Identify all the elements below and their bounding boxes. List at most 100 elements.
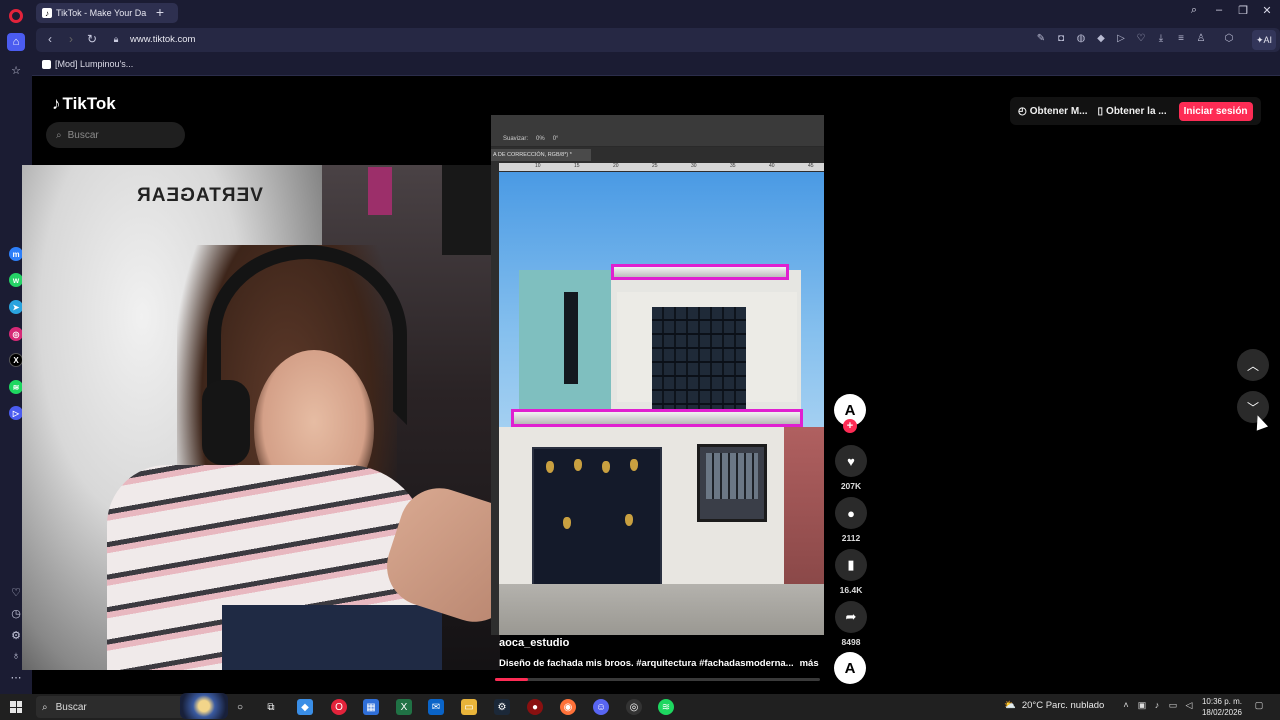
tiktok-wordmark: TikTok [62, 94, 116, 113]
obs-icon[interactable]: ◎ [626, 699, 642, 715]
star-icon[interactable]: ☆ [7, 61, 25, 79]
like-action[interactable]: ♥ 207K [835, 445, 867, 491]
steam-icon[interactable]: ⚙ [494, 699, 510, 715]
bookmark-icon[interactable]: ▮ [835, 549, 867, 581]
like-count: 207K [840, 481, 862, 491]
reload-icon[interactable]: ↻ [84, 32, 100, 46]
weather-widget[interactable]: ⛅ 20°C Parc. nublado [1004, 700, 1104, 711]
whatsapp-icon[interactable]: w [9, 273, 23, 287]
highlighted-top-beam [611, 264, 789, 280]
taskbar-clock[interactable]: 10:36 p. m. 18/02/2026 [1200, 696, 1244, 718]
new-tab-icon[interactable]: + [152, 4, 168, 20]
mail-icon[interactable]: ✉ [428, 699, 444, 715]
video-progress-fill [495, 678, 528, 681]
opera-taskbar-icon[interactable]: O [331, 699, 347, 715]
comment-icon[interactable]: ● [835, 497, 867, 529]
camera-icon[interactable]: ◘ [1054, 33, 1068, 44]
instagram-icon[interactable]: ◎ [9, 327, 23, 341]
vpn-icon[interactable]: ◆ [1094, 33, 1108, 44]
get-coins-button[interactable]: ◴ Obtener M... [1018, 106, 1088, 117]
messenger-icon[interactable]: m [9, 247, 23, 261]
copilot-icon[interactable]: ◆ [297, 699, 313, 715]
extensions-icon[interactable]: ⬡ [1222, 33, 1236, 44]
share-icon[interactable]: ➦ [835, 601, 867, 633]
tray-chevron-up-icon[interactable]: ˄ [1119, 700, 1133, 710]
action-column: A + ♥ 207K ● 2112 ▮ 16.4K ➦ 8498 [834, 394, 868, 647]
tab-title: TikTok - Make Your Da [56, 8, 147, 18]
aria-ai-button[interactable]: ✦ AI [1251, 30, 1276, 50]
tiktok-logo[interactable]: ♪ TikTok [52, 94, 116, 114]
menu-icon[interactable]: ≡ [1174, 33, 1188, 44]
get-app-button[interactable]: ▯ Obtener la ... [1098, 106, 1167, 117]
photoshop-ruler: 10 15 20 25 30 35 40 45 [499, 163, 824, 171]
heart-icon[interactable]: ♥ [835, 445, 867, 477]
video-player[interactable]: Suavizar: 0% 0° A DE CORRECCIÓN, RGB/8*)… [491, 115, 824, 635]
bookmark-item[interactable]: [Mod] Lumpinou's... [42, 59, 133, 69]
more-link[interactable]: más [800, 658, 819, 669]
search-icon: ⌕ [56, 129, 62, 141]
ruler-mark: 20 [613, 163, 619, 169]
x-icon[interactable]: X [9, 353, 23, 367]
app-red-icon[interactable]: ● [527, 699, 543, 715]
microphone-icon[interactable]: ♪ [1150, 700, 1164, 710]
sidewalk [499, 584, 824, 635]
notifications-icon[interactable]: ▢ [1252, 700, 1266, 711]
firefox-icon[interactable]: ◉ [560, 699, 576, 715]
window-grille [706, 453, 758, 499]
profile-icon[interactable]: ♙ [1194, 33, 1208, 44]
tray-app-icon[interactable]: ▣ [1135, 700, 1149, 711]
login-button[interactable]: Iniciar sesión [1178, 101, 1253, 121]
volume-icon[interactable]: ◁ [1182, 700, 1196, 711]
address-bar: ‹ › ↻ 🔒︎ www.tiktok.com ✎ ◘ ◍ ◆ ▷ ♡ ⤓ ≡ … [32, 26, 1280, 54]
heart-outline-icon[interactable]: ♡ [1134, 33, 1148, 44]
minimize-icon[interactable]: – [1209, 4, 1229, 16]
spotify-taskbar-icon[interactable]: ≋ [658, 699, 674, 715]
search-tabs-icon[interactable]: ⌕ [1184, 4, 1204, 17]
description-text: Diseño de fachada mis broos. #arquitectu… [499, 658, 794, 669]
edit-icon[interactable]: ✎ [1034, 33, 1048, 44]
taskbar-search[interactable]: ⌕ Buscar [36, 693, 228, 719]
search-input[interactable]: ⌕ Buscar [46, 122, 185, 148]
phone-icon: ▯ [1097, 105, 1104, 117]
tiktok-favicon-icon: ♪ [42, 8, 52, 18]
ruler-mark: 45 [808, 163, 814, 169]
download-icon[interactable]: ⤓ [1154, 33, 1168, 44]
windows-start-icon[interactable] [10, 701, 22, 713]
share-action[interactable]: ➦ 8498 [835, 601, 867, 647]
spotify-icon[interactable]: ≋ [9, 380, 23, 394]
excel-icon[interactable]: X [396, 699, 412, 715]
task-view-icon[interactable]: ⧉ [263, 699, 279, 715]
opera-logo-icon[interactable] [9, 9, 23, 23]
close-window-icon[interactable]: ✕ [1257, 4, 1277, 17]
clock-date: 18/02/2026 [1201, 708, 1243, 717]
save-action[interactable]: ▮ 16.4K [835, 549, 867, 595]
creator-avatar[interactable]: A + [834, 394, 866, 433]
video-progress-bar[interactable] [495, 678, 820, 681]
network-icon[interactable]: ▭ [1166, 700, 1180, 711]
ruler-mark: 15 [574, 163, 580, 169]
address-field[interactable]: ‹ › ↻ 🔒︎ www.tiktok.com ✎ ◘ ◍ ◆ ▷ ♡ ⤓ ≡ … [36, 28, 1280, 52]
neighbor-house [784, 427, 824, 587]
follow-plus-icon[interactable]: + [843, 419, 857, 433]
telegram-icon[interactable]: ➤ [9, 300, 23, 314]
url-text[interactable]: www.tiktok.com [130, 34, 195, 45]
ai-sparkle-icon: ✦ [1255, 34, 1264, 45]
cortana-icon[interactable]: ○ [232, 699, 248, 715]
comment-action[interactable]: ● 2112 [835, 497, 867, 543]
player-icon[interactable]: ▷ [9, 406, 23, 420]
back-icon[interactable]: ‹ [42, 32, 58, 46]
ruler-mark: 40 [769, 163, 775, 169]
webcam-overlay: VERTAGEAR [22, 165, 500, 670]
sound-disc-icon[interactable]: A [834, 652, 866, 684]
file-explorer-icon[interactable]: ▭ [461, 699, 477, 715]
video-username[interactable]: aoca_estudio [499, 637, 819, 649]
restore-icon[interactable]: ❐ [1233, 4, 1253, 17]
play-icon[interactable]: ▷ [1114, 33, 1128, 44]
discord-icon[interactable]: ☺ [593, 699, 609, 715]
store-icon[interactable]: ▦ [363, 699, 379, 715]
shield-icon[interactable]: ◍ [1074, 33, 1088, 44]
more-icon[interactable]: ⋯ [7, 668, 25, 686]
previous-video-chevron-up-icon[interactable]: ︿ [1237, 349, 1269, 381]
home-icon[interactable]: ⌂ [7, 33, 25, 51]
forward-icon[interactable]: › [63, 32, 79, 46]
